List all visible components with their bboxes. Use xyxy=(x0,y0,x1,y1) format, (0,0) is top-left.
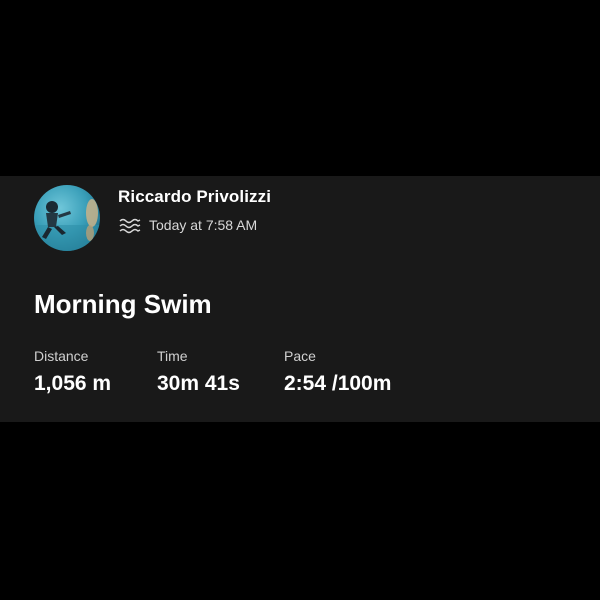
activity-title[interactable]: Morning Swim xyxy=(34,289,212,320)
stat-distance: Distance 1,056 m xyxy=(34,348,111,396)
stat-distance-value: 1,056 m xyxy=(34,372,112,395)
stat-pace-value: 2:54 /100m xyxy=(284,372,392,395)
stat-pace: Pace 2:54 /100m xyxy=(284,348,391,396)
stat-distance-label: Distance xyxy=(34,348,89,364)
activity-card[interactable]: Riccardo Privolizzi Today at 7:58 AM Mor… xyxy=(0,176,600,422)
stat-time: Time 30m 41s xyxy=(157,348,240,396)
swim-waves-icon xyxy=(119,218,141,234)
stat-time-value: 30m 41s xyxy=(157,372,240,395)
stat-time-label: Time xyxy=(157,348,188,364)
activity-timestamp: Today at 7:58 AM xyxy=(149,217,258,233)
avatar[interactable] xyxy=(34,185,100,251)
activity-meta: Today at 7:58 AM xyxy=(118,216,257,234)
avatar-photo xyxy=(34,199,100,251)
stat-pace-label: Pace xyxy=(284,348,316,364)
athlete-name[interactable]: Riccardo Privolizzi xyxy=(118,187,271,207)
